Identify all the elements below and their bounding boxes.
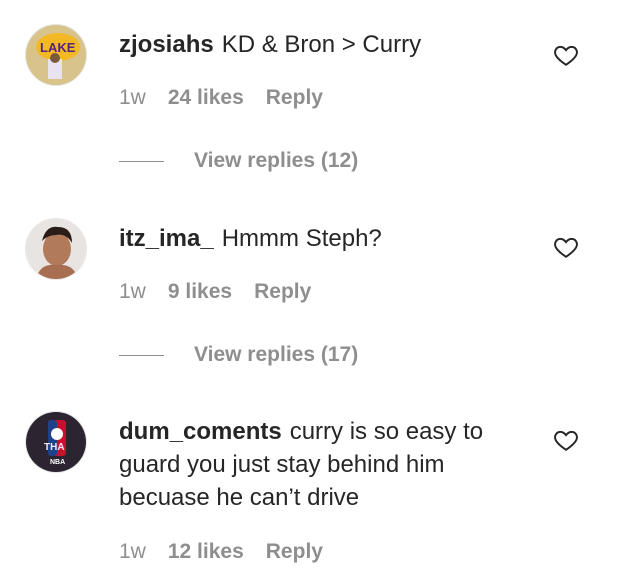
likes-count[interactable]: 9 likes (168, 280, 232, 304)
comment-meta: 1w 12 likes Reply (119, 540, 323, 564)
comment-body: Hmmm Steph? (221, 225, 382, 252)
reply-button[interactable]: Reply (254, 280, 311, 304)
comment-body: KD & Bron > Curry (221, 31, 422, 58)
heart-icon[interactable] (553, 427, 579, 453)
username[interactable]: zjosiahs (119, 31, 214, 58)
comment-meta: 1w 24 likes Reply (119, 86, 323, 110)
view-replies-label: View replies (12) (194, 149, 359, 172)
timestamp: 1w (119, 540, 146, 563)
heart-icon[interactable] (553, 234, 579, 260)
comment-text: zjosiahs KD & Bron > Curry (119, 28, 529, 61)
timestamp: 1w (119, 280, 146, 303)
svg-text:THA: THA (44, 442, 65, 453)
lakers-logo-avatar[interactable]: LAKE (25, 24, 87, 86)
comment-text: itz_ima_ Hmmm Steph? (119, 222, 529, 255)
divider-line (119, 160, 164, 162)
nba-logo-avatar[interactable]: THA NBA (25, 411, 87, 473)
svg-text:LAKE: LAKE (40, 40, 76, 55)
likes-count[interactable]: 12 likes (168, 540, 244, 564)
view-replies-button[interactable]: View replies (17) (119, 343, 358, 367)
username[interactable]: itz_ima_ (119, 225, 214, 252)
svg-text:NBA: NBA (50, 459, 65, 466)
timestamp: 1w (119, 86, 146, 109)
username[interactable]: dum_coments (119, 418, 282, 445)
likes-count[interactable]: 24 likes (168, 86, 244, 110)
heart-icon[interactable] (553, 42, 579, 68)
comment-meta: 1w 9 likes Reply (119, 280, 311, 304)
reply-button[interactable]: Reply (266, 86, 323, 110)
view-replies-label: View replies (17) (194, 343, 359, 366)
reply-button[interactable]: Reply (266, 540, 323, 564)
person-avatar[interactable] (25, 218, 87, 280)
view-replies-button[interactable]: View replies (12) (119, 149, 358, 173)
divider-line (119, 354, 164, 356)
comment-text: dum_coments curry is so easy to guard you… (119, 415, 519, 514)
